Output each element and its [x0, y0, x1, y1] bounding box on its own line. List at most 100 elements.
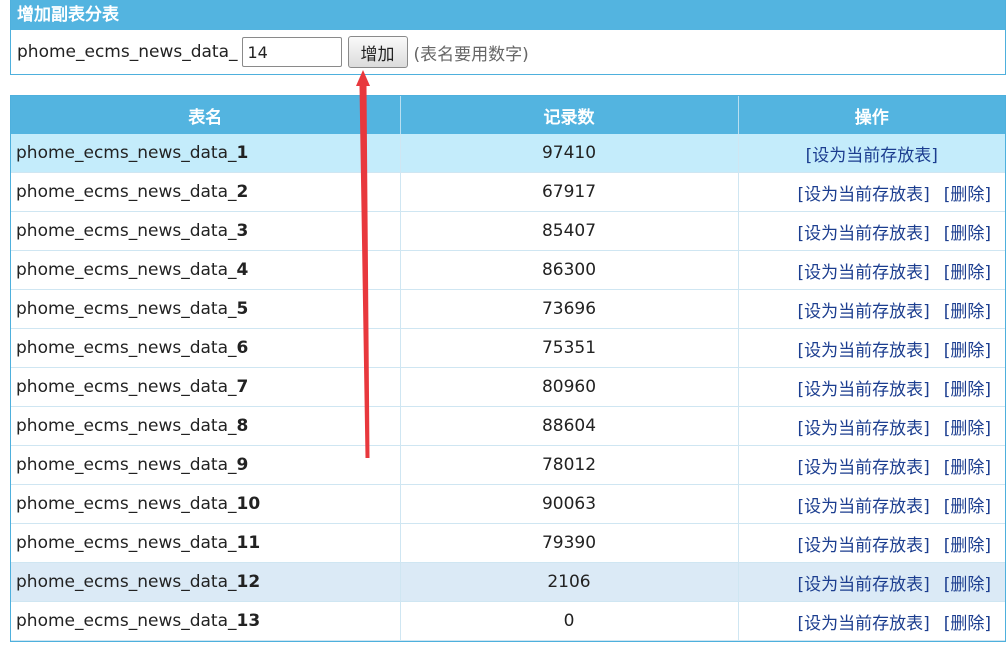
- actions-cell: [设为当前存放表] [删除]: [738, 562, 1005, 602]
- actions-cell: [设为当前存放表] [删除]: [738, 406, 1005, 446]
- table-name-cell: phome_ecms_news_data_8: [11, 406, 401, 446]
- record-count-cell: 67917: [400, 172, 739, 212]
- set-current-table-link[interactable]: [设为当前存放表]: [797, 380, 929, 400]
- table-name-prefix: phome_ecms_news_data_: [16, 338, 237, 358]
- table-name-cell: phome_ecms_news_data_3: [11, 211, 401, 251]
- table-name-prefix: phome_ecms_news_data_: [16, 182, 237, 202]
- table-row: phome_ecms_news_data_3 85407 [设为当前存放表] [删除]: [11, 211, 1005, 251]
- actions-cell: [设为当前存放表] [删除]: [738, 250, 1005, 290]
- set-current-table-link[interactable]: [设为当前存放表]: [797, 302, 929, 322]
- record-count-cell: 90063: [400, 484, 739, 524]
- delete-table-link[interactable]: [删除]: [944, 458, 991, 478]
- set-current-table-link[interactable]: [设为当前存放表]: [797, 458, 929, 478]
- column-header-actions: 操作: [738, 96, 1005, 134]
- delete-table-link[interactable]: [删除]: [944, 341, 991, 361]
- table-name-number: 8: [236, 416, 249, 436]
- record-count-cell: 88604: [400, 406, 739, 446]
- record-count-cell: 75351: [400, 328, 739, 368]
- record-count-cell: 85407: [400, 211, 739, 251]
- set-current-table-link[interactable]: [设为当前存放表]: [797, 341, 929, 361]
- table-name-number: 13: [236, 611, 261, 631]
- table-name-cell: phome_ecms_news_data_6: [11, 328, 401, 368]
- set-current-table-link[interactable]: [设为当前存放表]: [806, 146, 938, 166]
- actions-cell: [设为当前存放表] [删除]: [738, 172, 1005, 212]
- table-name-prefix: phome_ecms_news_data_: [16, 377, 237, 397]
- delete-table-link[interactable]: [删除]: [944, 419, 991, 439]
- table-row: phome_ecms_news_data_4 86300 [设为当前存放表] [删除]: [11, 250, 1005, 290]
- actions-cell: [设为当前存放表] [删除]: [738, 328, 1005, 368]
- actions-cell: [设为当前存放表] [删除]: [738, 211, 1005, 251]
- record-count-cell: 79390: [400, 523, 739, 563]
- table-name-prefix: phome_ecms_news_data_: [16, 143, 237, 163]
- table-name-cell: phome_ecms_news_data_7: [11, 367, 401, 407]
- record-count-cell: 80960: [400, 367, 739, 407]
- table-name-number: 11: [236, 533, 261, 553]
- delete-table-link[interactable]: [删除]: [944, 614, 991, 634]
- actions-cell: [设为当前存放表] [删除]: [738, 601, 1005, 641]
- table-name-prefix: phome_ecms_news_data_: [16, 260, 237, 280]
- subtable-list: 表名 记录数 操作 phome_ecms_news_data_1 97410 [设为…: [10, 95, 1006, 642]
- table-row: phome_ecms_news_data_6 75351 [设为当前存放表] [删除]: [11, 328, 1005, 368]
- table-row: phome_ecms_news_data_8 88604 [设为当前存放表] [删除]: [11, 406, 1005, 446]
- set-current-table-link[interactable]: [设为当前存放表]: [797, 575, 929, 595]
- table-name-number: 4: [236, 260, 249, 280]
- delete-table-link[interactable]: [删除]: [944, 380, 991, 400]
- table-name-number: 1: [236, 143, 249, 163]
- table-name-number: 6: [236, 338, 249, 358]
- actions-cell: [设为当前存放表] [删除]: [738, 289, 1005, 329]
- record-count-cell: 73696: [400, 289, 739, 329]
- set-current-table-link[interactable]: [设为当前存放表]: [797, 185, 929, 205]
- set-current-table-link[interactable]: [设为当前存放表]: [797, 536, 929, 556]
- table-row: phome_ecms_news_data_12 2106 [设为当前存放表] [删除]: [11, 562, 1005, 602]
- table-name-number: 12: [236, 572, 261, 592]
- table-name-number: 5: [236, 299, 249, 319]
- table-name-cell: phome_ecms_news_data_13: [11, 601, 401, 641]
- table-name-prefix: phome_ecms_news_data_: [16, 611, 237, 631]
- table-name-prefix: phome_ecms_news_data_: [16, 533, 237, 553]
- set-current-table-link[interactable]: [设为当前存放表]: [797, 263, 929, 283]
- table-name-prefix: phome_ecms_news_data_: [16, 416, 237, 436]
- table-row: phome_ecms_news_data_9 78012 [设为当前存放表] [删除]: [11, 445, 1005, 485]
- table-row: phome_ecms_news_data_7 80960 [设为当前存放表] [删除]: [11, 367, 1005, 407]
- delete-table-link[interactable]: [删除]: [944, 263, 991, 283]
- add-button[interactable]: 增加: [347, 36, 408, 68]
- set-current-table-link[interactable]: [设为当前存放表]: [797, 224, 929, 244]
- delete-table-link[interactable]: [删除]: [944, 536, 991, 556]
- delete-table-link[interactable]: [删除]: [944, 224, 991, 244]
- table-name-cell: phome_ecms_news_data_2: [11, 172, 401, 212]
- table-number-hint: (表名要用数字): [413, 44, 529, 65]
- table-name-prefix: phome_ecms_news_data_: [16, 572, 237, 592]
- delete-table-link[interactable]: [删除]: [944, 575, 991, 595]
- table-name-prefix: phome_ecms_news_data_: [16, 221, 237, 241]
- table-row: phome_ecms_news_data_11 79390 [设为当前存放表] [删除…: [11, 523, 1005, 563]
- table-number-input[interactable]: [241, 37, 342, 67]
- table-name-cell: phome_ecms_news_data_11: [11, 523, 401, 563]
- table-name-cell: phome_ecms_news_data_4: [11, 250, 401, 290]
- table-row: phome_ecms_news_data_2 67917 [设为当前存放表] [删除]: [11, 172, 1005, 212]
- record-count-cell: 2106: [400, 562, 739, 602]
- actions-cell: [设为当前存放表]: [738, 134, 1005, 173]
- table-name-cell: phome_ecms_news_data_10: [11, 484, 401, 524]
- table-row: phome_ecms_news_data_10 90063 [设为当前存放表] [删除…: [11, 484, 1005, 524]
- table-name-cell: phome_ecms_news_data_9: [11, 445, 401, 485]
- record-count-cell: 0: [400, 601, 739, 641]
- table-name-number: 3: [236, 221, 249, 241]
- delete-table-link[interactable]: [删除]: [944, 185, 991, 205]
- actions-cell: [设为当前存放表] [删除]: [738, 484, 1005, 524]
- column-header-table-name: 表名: [11, 96, 401, 134]
- set-current-table-link[interactable]: [设为当前存放表]: [797, 419, 929, 439]
- table-name-number: 2: [236, 182, 249, 202]
- set-current-table-link[interactable]: [设为当前存放表]: [797, 614, 929, 634]
- add-subtable-title: 增加副表分表: [11, 0, 1005, 30]
- table-row: phome_ecms_news_data_13 0 [设为当前存放表] [删除]: [11, 601, 1005, 641]
- record-count-cell: 86300: [400, 250, 739, 290]
- record-count-cell: 97410: [400, 134, 739, 173]
- delete-table-link[interactable]: [删除]: [944, 497, 991, 517]
- delete-table-link[interactable]: [删除]: [944, 302, 991, 322]
- record-count-cell: 78012: [400, 445, 739, 485]
- table-name-cell: phome_ecms_news_data_5: [11, 289, 401, 329]
- table-name-cell: phome_ecms_news_data_12: [11, 562, 401, 602]
- actions-cell: [设为当前存放表] [删除]: [738, 445, 1005, 485]
- set-current-table-link[interactable]: [设为当前存放表]: [797, 497, 929, 517]
- add-subtable-form: phome_ecms_news_data_ 增加 (表名要用数字): [11, 30, 1005, 74]
